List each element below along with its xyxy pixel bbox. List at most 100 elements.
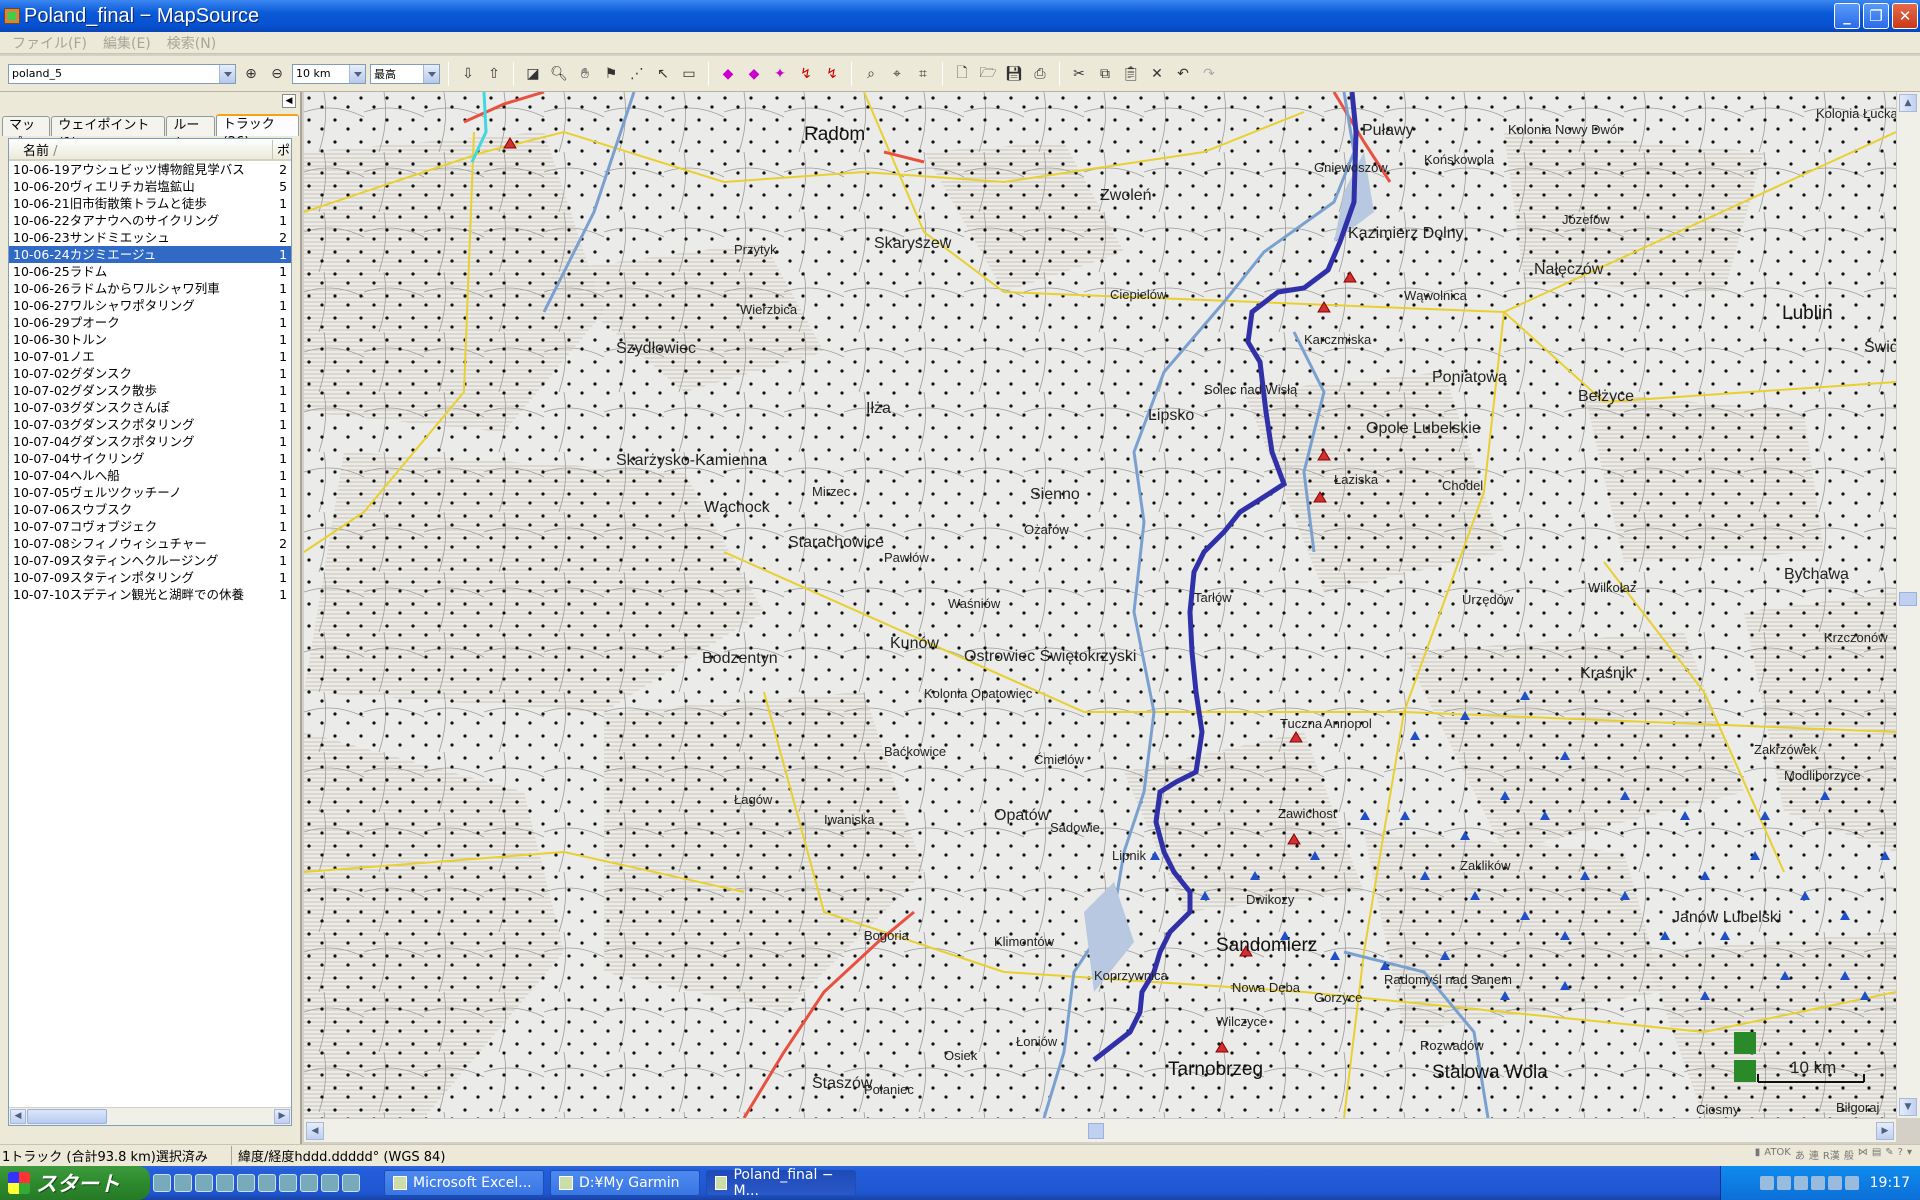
map-place-label[interactable]: Nowa Dęba [1232, 980, 1300, 995]
map-place-label[interactable]: Lublin [1782, 303, 1833, 325]
map-place-label[interactable]: Radom [804, 124, 865, 146]
map-select-area-icon[interactable]: ◆ [743, 63, 765, 85]
zoom-out-icon[interactable]: ⊖ [266, 63, 288, 85]
map-place-label[interactable]: Bodzentyn [702, 650, 778, 668]
map-horizontal-scroll-thumb[interactable] [1088, 1123, 1104, 1139]
map-place-label[interactable]: Końskowola [1424, 152, 1494, 167]
map-place-label[interactable]: Opatów [994, 807, 1049, 825]
track-erase-icon[interactable]: ↯ [821, 63, 843, 85]
map-place-label[interactable]: Wilczyce [1216, 1014, 1267, 1029]
quicklaunch-extra-icon[interactable] [342, 1174, 360, 1192]
map-place-label[interactable]: Skarżysko-Kamienna [616, 452, 767, 470]
track-list-item[interactable]: 10-07-04ヘルへ船 1 [9, 467, 291, 484]
selection-tool-icon[interactable]: ↖ [652, 63, 674, 85]
map-place-label[interactable]: Ciepielów [1110, 287, 1166, 302]
zoom-tool-icon[interactable]: 🔍︎ [548, 63, 570, 85]
tray-volume-icon[interactable] [1827, 1176, 1842, 1190]
column-header-points[interactable]: ポ [273, 140, 290, 159]
map-place-label[interactable]: Zaklików [1460, 858, 1511, 873]
map-place-label[interactable]: Janów Lubelski [1672, 909, 1781, 927]
map-deselect-icon[interactable]: ✦ [769, 63, 791, 85]
quicklaunch-ie-icon[interactable] [195, 1174, 213, 1192]
map-vertical-scrollbar[interactable]: ▲ ▼ [1896, 92, 1920, 1118]
map-place-label[interactable]: Kunów [890, 635, 939, 653]
map-place-label[interactable]: Krzczonów [1824, 630, 1888, 645]
map-place-label[interactable]: Stalowa Wola [1432, 1062, 1548, 1084]
track-tool-icon[interactable]: ↯ [795, 63, 817, 85]
track-list-item[interactable]: 10-07-09スタティンヘクルージング 1 [9, 552, 291, 569]
map-place-label[interactable]: Koprzywnica [1094, 968, 1168, 983]
paste-icon[interactable]: 📋︎ [1120, 63, 1142, 85]
start-button[interactable]: スタート [0, 1166, 150, 1200]
menu-file[interactable]: ファイル(F) [4, 33, 95, 53]
minimize-button[interactable]: _ [1834, 3, 1860, 29]
map-place-label[interactable]: Sienno [1030, 486, 1080, 504]
waypoint-tool-icon[interactable]: ⚑ [600, 63, 622, 85]
map-place-label[interactable]: Zawichost [1278, 806, 1337, 821]
open-folder-icon[interactable]: 🗁︎ [977, 63, 999, 85]
track-list-item[interactable]: 10-06-23サンドミエッシュ 2 [9, 229, 291, 246]
map-place-label[interactable]: Nałęczów [1534, 261, 1603, 279]
map-place-label[interactable]: Opole Lubelskie [1366, 420, 1481, 438]
chevron-down-icon[interactable] [219, 64, 235, 83]
map-place-label[interactable]: Wilkołaz [1588, 580, 1636, 595]
map-place-label[interactable]: Ostrowiec Świętokrzyski [964, 648, 1136, 666]
find-nearby-icon[interactable]: ⌗ [912, 63, 934, 85]
track-list-item[interactable]: 10-06-20ヴィエリチカ岩塩鉱山 5 [9, 178, 291, 195]
track-list-item[interactable]: 10-06-29プオーク 1 [9, 314, 291, 331]
map-tool-icon[interactable]: ◪ [522, 63, 544, 85]
quicklaunch-outlook-icon[interactable] [174, 1174, 192, 1192]
copy-icon[interactable]: ⧉ [1094, 63, 1116, 85]
track-list-item[interactable]: 10-07-09スタティンポタリング 1 [9, 569, 291, 586]
map-place-label[interactable]: Radomyśl nad Sanem [1384, 972, 1512, 987]
track-list-item[interactable]: 10-07-06スウブスク 1 [9, 501, 291, 518]
track-list-item[interactable]: 10-07-02グダンスク 1 [9, 365, 291, 382]
map-place-label[interactable]: Iwaniska [824, 812, 875, 827]
scroll-left-icon[interactable]: ◀ [10, 1109, 26, 1124]
find-place-icon[interactable]: ⌖ [886, 63, 908, 85]
map-place-label[interactable]: Kolonia Opatowiec [924, 686, 1032, 701]
track-list-item[interactable]: 10-06-22タアナウへのサイクリング 1 [9, 212, 291, 229]
track-list-item[interactable]: 10-07-07コヴォブジェク 1 [9, 518, 291, 535]
maximize-button[interactable]: ❐ [1863, 3, 1889, 29]
track-list-item[interactable]: 10-06-26ラドムからワルシャワ列車 1 [9, 280, 291, 297]
map-place-label[interactable]: Bychawa [1784, 566, 1849, 584]
map-place-label[interactable]: Przytyk [734, 242, 777, 257]
new-file-icon[interactable]: 🗋︎ [951, 63, 973, 85]
scroll-down-icon[interactable]: ▼ [1899, 1098, 1917, 1116]
taskbar-mapsource-button[interactable]: Poland_final − M... [706, 1167, 856, 1199]
map-place-label[interactable]: Starachowice [788, 534, 884, 552]
quicklaunch-show-desktop-icon[interactable] [321, 1174, 339, 1192]
map-place-label[interactable]: Ćmielów [1034, 752, 1084, 767]
track-list-item[interactable]: 10-07-01ノエ 1 [9, 348, 291, 365]
map-place-label[interactable]: Mirzec [812, 484, 850, 499]
tray-help-icon[interactable] [1776, 1176, 1791, 1190]
map-place-label[interactable]: Sadowie [1050, 820, 1100, 835]
map-place-label[interactable]: Sandomierz [1216, 935, 1317, 957]
map-place-label[interactable]: Klimontów [994, 934, 1054, 949]
tab-waypoints[interactable]: ウェイポイント (1) [51, 116, 166, 151]
print-icon[interactable]: ⎙ [1029, 63, 1051, 85]
map-place-label[interactable]: Bogoria [864, 928, 909, 943]
map-place-label[interactable]: Gniewoszów [1314, 160, 1388, 175]
tab-tracks[interactable]: トラック(26) [215, 114, 300, 150]
close-button[interactable]: ✕ [1892, 3, 1918, 29]
track-list-item[interactable]: 10-06-24カジミエージュ 1 [9, 246, 291, 263]
map-place-label[interactable]: Lipnik [1112, 848, 1146, 863]
send-to-device-icon[interactable]: ⇧ [483, 63, 505, 85]
scroll-up-icon[interactable]: ▲ [1899, 94, 1917, 112]
map-place-label[interactable]: Józefów [1562, 212, 1610, 227]
map-place-label[interactable]: Biłgoraj [1836, 1100, 1879, 1115]
track-list-item[interactable]: 10-07-10スデティン観光と湖畔での休養 1 [9, 586, 291, 603]
track-list-item[interactable]: 10-06-19アウシュビッツ博物館見学バス 2 [9, 161, 291, 178]
track-list-item[interactable]: 10-06-30トルン 1 [9, 331, 291, 348]
tray-acrobat-icon[interactable] [1759, 1176, 1774, 1190]
track-list-item[interactable]: 10-06-25ラドム 1 [9, 263, 291, 280]
map-place-label[interactable]: Puławy [1362, 122, 1414, 140]
track-list-item[interactable]: 10-06-27ワルシャワポタリング 1 [9, 297, 291, 314]
map-place-label[interactable]: Gorzyce [1314, 990, 1362, 1005]
map-place-label[interactable]: Ciosmy [1696, 1102, 1739, 1117]
receive-from-device-icon[interactable]: ⇩ [457, 63, 479, 85]
map-product-select[interactable]: poland_5 [8, 63, 236, 84]
scroll-left-icon[interactable]: ◀ [306, 1122, 324, 1140]
